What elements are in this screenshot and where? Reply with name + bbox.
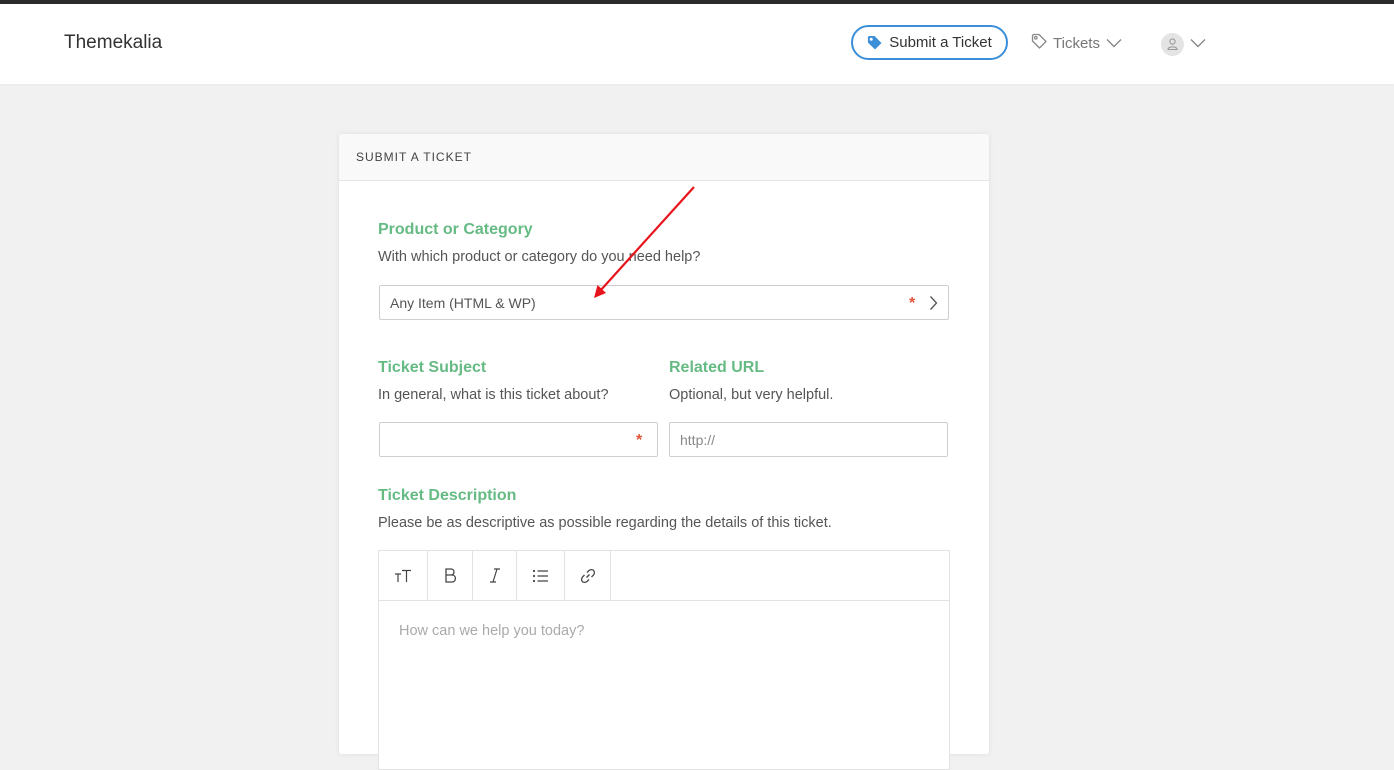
card-title: SUBMIT A TICKET — [339, 134, 989, 181]
description-editor[interactable]: How can we help you today? — [378, 550, 950, 770]
product-help: With which product or category do you ne… — [378, 249, 701, 265]
bold-icon[interactable] — [428, 551, 473, 600]
subject-help: In general, what is this ticket about? — [378, 387, 609, 403]
description-textarea[interactable]: How can we help you today? — [379, 601, 949, 661]
brand-logo[interactable]: Themekalia — [64, 32, 162, 54]
submit-ticket-button[interactable]: Submit a Ticket — [851, 25, 1008, 60]
url-placeholder: http:// — [680, 431, 716, 448]
site-header: Themekalia Submit a Ticket Tickets — [0, 4, 1394, 84]
avatar — [1161, 32, 1184, 56]
tag-icon — [867, 35, 882, 50]
submit-ticket-label: Submit a Ticket — [889, 34, 992, 51]
text-size-icon[interactable] — [379, 551, 428, 600]
description-label: Ticket Description — [378, 487, 517, 504]
list-icon[interactable] — [517, 551, 565, 600]
subject-label: Ticket Subject — [378, 359, 487, 376]
chevron-down-icon — [1190, 35, 1206, 53]
chevron-right-icon — [929, 295, 938, 314]
required-mark: * — [636, 432, 643, 449]
tag-outline-icon — [1031, 33, 1047, 53]
description-placeholder: How can we help you today? — [399, 623, 585, 639]
tickets-menu[interactable]: Tickets — [1031, 32, 1122, 54]
subject-input[interactable]: * — [379, 422, 658, 457]
product-label: Product or Category — [378, 221, 533, 238]
url-input[interactable]: http:// — [669, 422, 948, 457]
link-icon[interactable] — [565, 551, 611, 600]
chevron-down-icon — [1106, 35, 1122, 52]
required-mark: * — [909, 295, 916, 312]
description-help: Please be as descriptive as possible reg… — [378, 515, 832, 531]
product-select[interactable]: Any Item (HTML & WP) * — [379, 285, 949, 320]
submit-ticket-card: SUBMIT A TICKET Product or Category With… — [339, 134, 989, 770]
product-value: Any Item (HTML & WP) — [390, 294, 536, 311]
editor-toolbar — [379, 551, 949, 601]
user-menu[interactable] — [1161, 32, 1206, 56]
user-icon — [1167, 38, 1178, 50]
tickets-label: Tickets — [1053, 34, 1100, 52]
italic-icon[interactable] — [473, 551, 517, 600]
url-help: Optional, but very helpful. — [669, 387, 834, 403]
url-label: Related URL — [669, 359, 765, 376]
